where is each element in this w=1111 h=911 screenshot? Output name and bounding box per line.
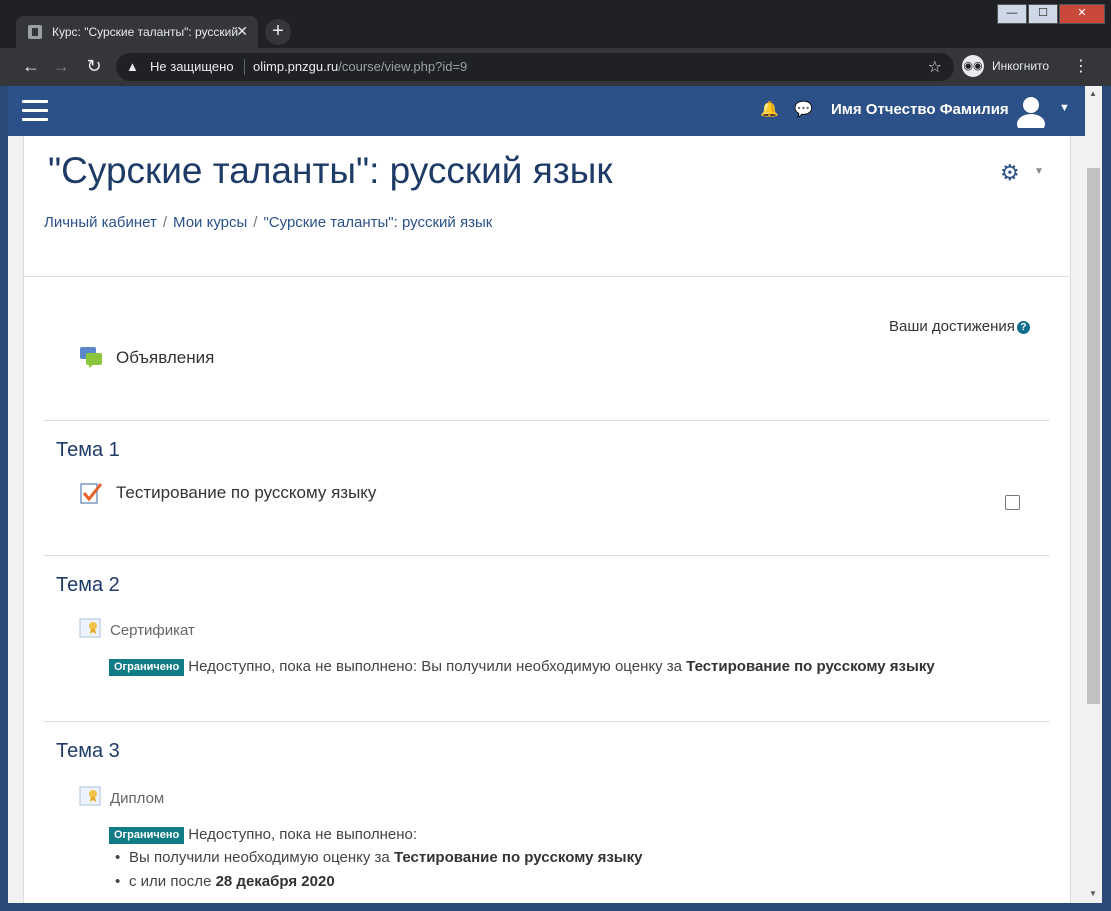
moodle-navbar: 🔔 💬 Имя Отчество Фамилия ▼ [8,86,1085,136]
scrollbar-thumb[interactable] [1087,168,1100,704]
scroll-down-icon[interactable]: ▼ [1089,889,1097,898]
address-separator [244,59,245,75]
announcements-link[interactable]: Объявления [116,348,214,368]
section-title-1[interactable]: Тема 1 [56,439,120,462]
breadcrumb-item-course[interactable]: "Сурские таланты": русский язык [263,214,492,231]
window-frame-bottom [0,903,1111,911]
window-controls: — ☐ ✕ [996,4,1105,24]
title-bar: Курс: "Сурские таланты": русский язык ✕ … [0,0,1111,48]
condition-text: Вы получили необходимую оценку за [129,849,390,866]
quiz-link[interactable]: Тестирование по русскому языку [116,483,376,503]
breadcrumb: Личный кабинет / Мои курсы / "Сурские талант… [44,214,492,231]
minimize-button[interactable]: — [997,4,1027,24]
window-close-button[interactable]: ✕ [1059,4,1105,24]
page-scrollbar[interactable]: ▲ ▼ [1085,86,1102,903]
help-icon[interactable]: ? [1016,320,1030,334]
page-title: "Сурские таланты": русский язык [48,150,613,191]
condition-text: с или после [129,873,212,890]
notifications-bell-icon[interactable]: 🔔 [760,100,779,118]
new-tab-button[interactable]: + [265,19,291,45]
diploma-icon [79,786,101,806]
condition-item: Вы получили необходимую оценку за Тестир… [115,849,643,873]
moodle-favicon-icon [28,25,42,39]
completion-checkbox[interactable] [1005,495,1020,510]
breadcrumb-separator: / [162,214,168,231]
restriction-conditions: Вы получили необходимую оценку за Тестир… [115,849,643,897]
restriction-info: Ограничено Недоступно, пока не выполнено:… [109,658,935,676]
restriction-info: Ограничено Недоступно, пока не выполнено: [109,826,417,844]
bookmark-star-icon[interactable]: ☆ [928,57,942,77]
browser-window: Курс: "Сурские таланты": русский язык ✕ … [0,0,1111,911]
quiz-icon [80,483,103,504]
breadcrumb-item-dashboard[interactable]: Личный кабинет [44,214,157,231]
maximize-button[interactable]: ☐ [1028,4,1058,24]
messages-chat-icon[interactable]: 💬 [794,100,813,118]
incognito-label: Инкогнито [992,59,1050,73]
section-divider [44,420,1050,421]
user-avatar-icon[interactable] [1014,94,1048,128]
gear-icon[interactable]: ⚙ [1000,160,1020,186]
forum-icon [80,347,102,368]
breadcrumb-item-my-courses[interactable]: Мои курсы [173,214,247,231]
achievements-label: Ваши достижения [889,318,1015,335]
url-domain: olimp.pnzgu.ru [253,59,339,74]
window-frame-left [0,86,8,911]
window-frame-right [1102,86,1111,911]
hamburger-menu-icon[interactable] [22,100,48,122]
browser-menu-icon[interactable]: ⋮ [1073,56,1089,76]
scroll-up-icon[interactable]: ▲ [1089,89,1097,98]
security-status[interactable]: Не защищено [150,59,234,74]
incognito-icon: ◉◉ [962,55,984,77]
certificate-link: Сертификат [110,622,195,639]
tab-title: Курс: "Сурские таланты": русский язык [52,25,240,39]
section-divider [44,721,1050,722]
diploma-link: Диплом [110,790,165,807]
certificate-icon [79,618,101,638]
page-viewport: 🔔 💬 Имя Отчество Фамилия ▼ "Сурские тала… [8,86,1085,903]
condition-bold: 28 декабря 2020 [215,873,335,890]
section-title-3[interactable]: Тема 3 [56,740,120,763]
restricted-badge: Ограничено [109,827,185,844]
achievements-link[interactable]: Ваши достижения? [889,318,1030,335]
forward-arrow-icon[interactable]: → [50,56,72,78]
condition-item: с или после 28 декабря 2020 [115,873,642,897]
incognito-indicator[interactable]: ◉◉ Инкогнито [962,54,1062,80]
restriction-text: Недоступно, пока не выполнено: [188,826,418,843]
section-divider [44,555,1050,556]
url-path: /course/view.php?id=9 [338,59,468,74]
browser-toolbar: ← → ↻ ▲ Не защищено olimp.pnzgu.ru/cours… [0,48,1111,86]
browser-tab[interactable]: Курс: "Сурские таланты": русский язык ✕ [16,16,258,48]
user-menu-caret-icon[interactable]: ▼ [1059,102,1070,114]
restriction-text: Недоступно, пока не выполнено: Вы получи… [188,658,682,675]
restriction-activity: Тестирование по русскому языку [686,658,935,675]
user-name[interactable]: Имя Отчество Фамилия [831,101,1009,118]
warning-triangle-icon: ▲ [126,59,139,74]
section-title-2[interactable]: Тема 2 [56,574,120,597]
reload-icon[interactable]: ↻ [83,56,105,78]
restricted-badge: Ограничено [109,659,185,676]
course-content: Ваши достижения? Объявления Тема 1 Тести… [23,276,1071,903]
url-text[interactable]: olimp.pnzgu.ru/course/view.php?id=9 [253,59,467,74]
back-arrow-icon[interactable]: ← [20,56,42,78]
condition-bold: Тестирование по русскому языку [393,849,643,866]
address-bar[interactable]: ▲ Не защищено olimp.pnzgu.ru/course/view… [116,53,954,81]
breadcrumb-separator: / [253,214,258,231]
tab-close-icon[interactable]: ✕ [236,23,248,40]
gear-caret-icon[interactable]: ▼ [1034,166,1044,177]
